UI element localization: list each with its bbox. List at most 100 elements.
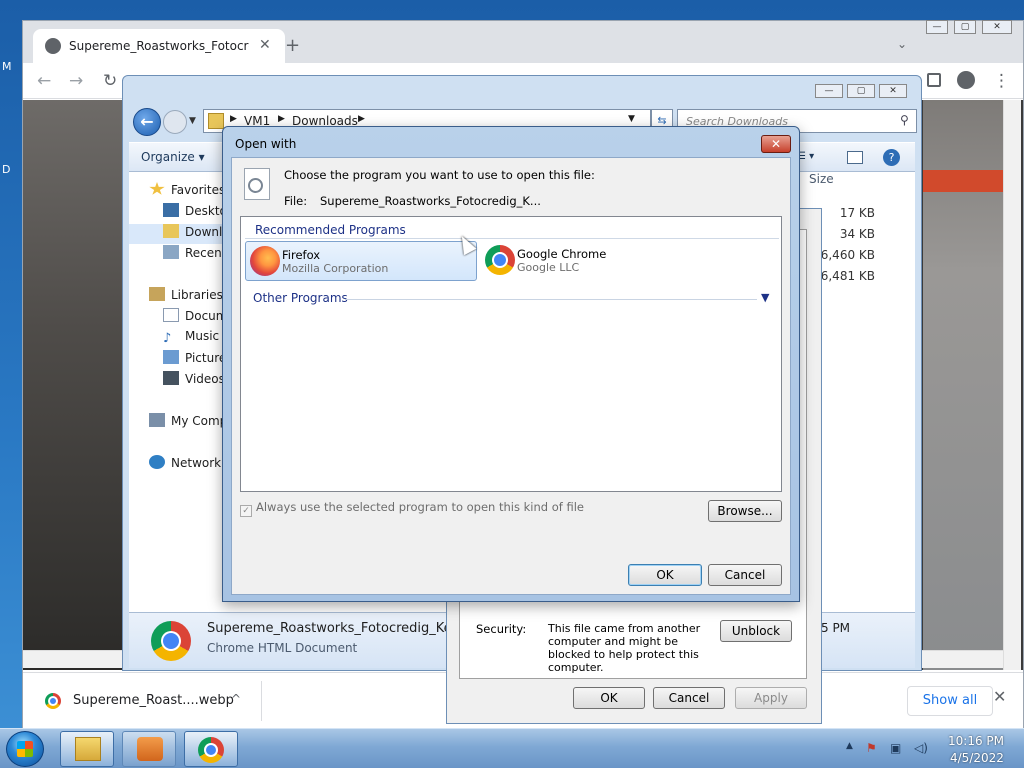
videos-icon xyxy=(163,371,179,385)
taskbar-chrome[interactable] xyxy=(184,731,238,767)
details-modified-time: 5 PM xyxy=(821,621,851,635)
help-icon[interactable]: ? xyxy=(883,149,900,166)
network-icon xyxy=(149,455,165,469)
show-hidden-icons[interactable]: ▲ xyxy=(846,741,853,751)
downloads-folder-icon xyxy=(163,224,179,238)
libraries-icon xyxy=(149,287,165,301)
back-icon[interactable]: ← xyxy=(37,71,51,91)
recommended-programs-header: Recommended Programs xyxy=(245,221,779,239)
nav-libraries[interactable]: Libraries xyxy=(149,287,223,307)
tab-title: Supereme_Roastworks_Fotocredig xyxy=(69,39,249,53)
desktop-icon-label: M xyxy=(2,60,12,73)
chrome-file-icon xyxy=(45,693,61,709)
folder-icon xyxy=(75,737,101,761)
checkbox[interactable]: ✓ xyxy=(240,505,252,517)
file-search-icon xyxy=(244,168,270,200)
divider xyxy=(345,299,757,300)
clock-time[interactable]: 10:16 PM xyxy=(948,734,1004,748)
start-button[interactable] xyxy=(6,731,44,767)
taskbar-explorer[interactable] xyxy=(60,731,114,767)
file-label: File: xyxy=(284,194,308,208)
cancel-button[interactable]: Cancel xyxy=(653,687,725,709)
ok-button[interactable]: OK xyxy=(573,687,645,709)
close-icon[interactable]: ✕ xyxy=(879,84,907,98)
unblock-button[interactable]: Unblock xyxy=(720,620,792,642)
explorer-caption-buttons: — ▢ ✕ xyxy=(815,84,915,100)
windows-logo-icon xyxy=(17,741,33,757)
ok-button[interactable]: OK xyxy=(628,564,702,586)
chrome-tab-strip: Supereme_Roastworks_Fotocredig ✕ + ⌄ xyxy=(23,21,1023,63)
always-use-checkbox[interactable]: ✓ Always use the selected program to open… xyxy=(240,500,584,517)
close-shelf-icon[interactable]: ✕ xyxy=(993,687,1006,706)
program-google-chrome[interactable]: Google Chrome Google LLC xyxy=(481,241,713,281)
search-icon: ⚲ xyxy=(900,113,909,127)
firefox-icon xyxy=(250,246,280,276)
maximize-icon[interactable]: ▢ xyxy=(954,20,976,34)
details-file-name: Supereme_Roastworks_Fotocredig_Ken_C xyxy=(207,621,476,636)
chrome-icon xyxy=(198,737,224,763)
security-text: This file came from another computer and… xyxy=(548,622,701,674)
security-label: Security: xyxy=(476,622,527,636)
close-icon[interactable]: ✕ xyxy=(982,20,1012,34)
chrome-menu-icon[interactable]: ⋮ xyxy=(993,71,1010,91)
show-all-button[interactable]: Show all xyxy=(907,686,993,716)
recent-places-icon xyxy=(163,245,179,259)
address-dropdown-icon[interactable]: ▼ xyxy=(628,114,635,124)
clock-date[interactable]: 4/5/2022 xyxy=(950,751,1004,765)
nav-network[interactable]: Network xyxy=(149,455,221,475)
nav-music[interactable]: ♪ Music xyxy=(163,329,219,349)
program-list: Recommended Programs Firefox Mozilla Cor… xyxy=(240,216,782,492)
forward-icon[interactable]: → xyxy=(69,71,83,91)
nav-videos[interactable]: Videos xyxy=(163,371,225,391)
tab-close-icon[interactable]: ✕ xyxy=(259,37,271,53)
music-icon: ♪ xyxy=(163,331,172,346)
apply-button[interactable]: Apply xyxy=(735,687,807,709)
computer-icon xyxy=(149,413,165,427)
open-with-dialog: Open with ✕ Choose the program you want … xyxy=(222,126,800,602)
chrome-tab[interactable]: Supereme_Roastworks_Fotocredig ✕ xyxy=(33,29,285,63)
back-icon[interactable]: ← xyxy=(133,108,161,136)
chrome-file-icon xyxy=(151,621,191,661)
dialog-title: Open with xyxy=(235,137,297,151)
file-size: 17 KB xyxy=(839,206,875,220)
forward-icon[interactable] xyxy=(163,110,187,134)
reload-icon[interactable]: ↻ xyxy=(103,71,117,91)
chevron-down-icon[interactable]: ▼ xyxy=(761,291,769,304)
download-item[interactable]: Supereme_Roast....webp ^ xyxy=(33,685,253,717)
cancel-button[interactable]: Cancel xyxy=(708,564,782,586)
action-center-icon[interactable]: ⚑ xyxy=(866,741,877,755)
minimize-icon[interactable]: — xyxy=(815,84,843,98)
close-icon[interactable]: ✕ xyxy=(761,135,791,153)
taskbar-media-player[interactable] xyxy=(122,731,176,767)
browse-button[interactable]: Browse... xyxy=(708,500,782,522)
file-name: Supereme_Roastworks_Fotocredig_K... xyxy=(320,194,541,208)
nav-favorites[interactable]: Favorites xyxy=(149,182,225,202)
minimize-icon[interactable]: — xyxy=(926,20,948,34)
file-size: 34 KB xyxy=(839,227,875,241)
program-firefox[interactable]: Firefox Mozilla Corporation xyxy=(245,241,477,281)
new-tab-button[interactable]: + xyxy=(285,35,300,56)
taskbar: ▲ ⚑ ▣ ◁) 10:16 PM 4/5/2022 xyxy=(0,728,1024,768)
desktop-icon-label: D xyxy=(2,163,11,176)
photo-region xyxy=(923,100,1003,670)
globe-icon xyxy=(45,38,61,54)
tab-search-icon[interactable]: ⌄ xyxy=(897,37,907,51)
preview-pane-icon[interactable] xyxy=(847,151,863,164)
media-player-icon xyxy=(137,737,163,761)
organize-menu[interactable]: Organize ▾ xyxy=(141,150,205,164)
desktop-icon xyxy=(163,203,179,217)
chevron-up-icon[interactable]: ^ xyxy=(231,692,241,706)
volume-icon[interactable]: ◁) xyxy=(914,741,928,755)
divider xyxy=(261,681,262,721)
profile-avatar-icon[interactable] xyxy=(957,71,975,89)
column-header-size[interactable]: Size xyxy=(809,172,834,186)
network-icon[interactable]: ▣ xyxy=(890,741,901,755)
dialog-body: Choose the program you want to use to op… xyxy=(231,157,791,595)
side-panel-icon[interactable] xyxy=(927,73,941,87)
other-programs-header[interactable]: Other Programs xyxy=(253,291,348,305)
maximize-icon[interactable]: ▢ xyxy=(847,84,875,98)
vertical-scrollbar[interactable] xyxy=(1003,100,1021,670)
star-icon xyxy=(149,182,165,195)
recent-pages-icon[interactable]: ▼ xyxy=(189,116,196,126)
chrome-caption-buttons: — ▢ ✕ xyxy=(926,20,1018,38)
